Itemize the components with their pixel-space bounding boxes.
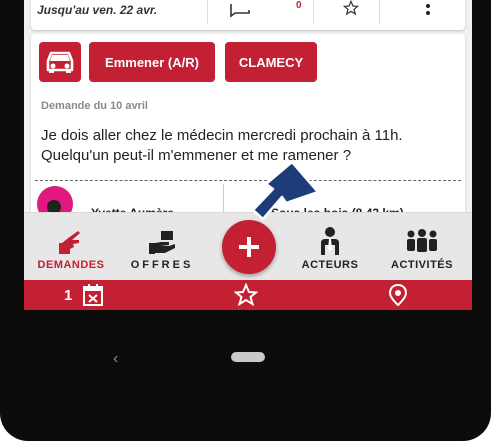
car-icon (46, 51, 74, 73)
trip-type-chip: Emmener (A/R) (89, 42, 215, 82)
chat-icon[interactable] (229, 2, 251, 18)
app-screen: Jusqu'au ven. 22 avr. 0 Emmener (A/R) CL… (24, 0, 472, 310)
location-button[interactable] (388, 280, 408, 310)
town-chip: CLAMECY (225, 42, 317, 82)
divider (379, 0, 380, 24)
plus-icon (239, 237, 259, 257)
people-group-icon (407, 229, 437, 252)
tab-activites[interactable]: ACTIVITÉS (382, 213, 462, 281)
tab-label: DEMANDES (37, 259, 105, 271)
calendar-button[interactable]: 1 (64, 280, 104, 310)
tab-label: ACTIVITÉS (391, 259, 453, 271)
request-date: Demande du 10 avril (41, 100, 148, 112)
star-outline-icon (234, 283, 258, 307)
tab-label: ACTEURS (301, 259, 359, 271)
tab-offres[interactable]: OFFRES (120, 213, 204, 281)
location-pin-icon (388, 283, 408, 307)
bottom-action-bar: 1 (24, 280, 472, 310)
divider (313, 0, 314, 24)
offering-hand-icon (149, 231, 175, 254)
more-vert-icon[interactable] (425, 2, 431, 18)
favorites-button[interactable] (234, 280, 258, 310)
car-chip (39, 42, 81, 82)
divider (207, 0, 208, 24)
calendar-x-icon (83, 284, 104, 306)
star-outline-icon[interactable] (343, 0, 359, 16)
hand-pointing-icon (59, 231, 80, 254)
person-tie-icon (321, 227, 339, 255)
previous-request-card[interactable]: Jusqu'au ven. 22 avr. 0 (31, 0, 465, 30)
request-card[interactable]: Emmener (A/R) CLAMECY Demande du 10 avri… (31, 34, 465, 224)
dashed-divider (35, 180, 461, 181)
add-button[interactable] (222, 220, 276, 274)
request-message: Je dois aller chez le médecin mercredi p… (41, 127, 403, 164)
tab-acteurs[interactable]: ACTEURS (298, 213, 362, 281)
tab-demandes[interactable]: DEMANDES (38, 213, 104, 281)
back-chevron-icon[interactable]: ‹ (113, 350, 118, 368)
deadline-text: Jusqu'au ven. 22 avr. (37, 3, 158, 17)
device-bezel: Jusqu'au ven. 22 avr. 0 Emmener (A/R) CL… (0, 0, 491, 441)
home-pill-icon[interactable] (231, 352, 265, 362)
tab-label: OFFRES (130, 259, 194, 271)
comment-count: 0 (296, 0, 302, 11)
calendar-count: 1 (64, 286, 73, 304)
